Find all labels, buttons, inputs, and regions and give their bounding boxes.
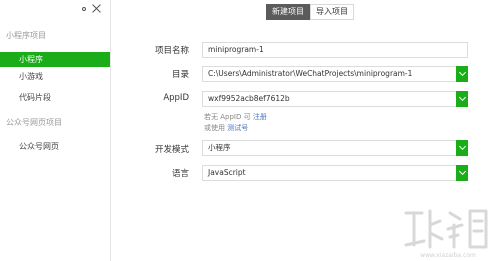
language-value: JavaScript [208,168,246,177]
appid-field[interactable]: wxf9952acb8ef7612b [202,91,468,107]
sidebar-item-code-snippet[interactable]: 代码片段 [0,90,110,105]
directory-browse-button[interactable] [456,66,468,82]
appid-register-hint-text: 若无 AppID 可 [204,113,251,121]
minimize-icon[interactable] [82,6,86,11]
register-link[interactable]: 注册 [253,113,267,121]
test-account-link[interactable]: 测试号 [227,124,248,132]
chevron-down-icon [458,93,466,102]
language-dropdown-button[interactable] [456,165,468,181]
directory-label: 目录 [171,70,189,80]
dev-mode-value: 小程序 [208,143,231,152]
project-name-input[interactable]: miniprogram-1 [202,42,468,58]
window-controls [82,4,101,13]
directory-value: C:\Users\Administrator\WeChatProjects\mi… [208,69,413,78]
app-window: 小程序项目 小程序 小游戏 代码片段 公众号网页项目 公众号网页 新建项目 导入… [0,0,500,261]
sidebar-item-official-account-web[interactable]: 公众号网页 [0,139,110,154]
sidebar-section-title-official-account: 公众号网页项目 [6,118,62,127]
appid-value: wxf9952acb8ef7612b [208,94,290,103]
dev-mode-select[interactable]: 小程序 [202,140,468,156]
directory-field[interactable]: C:\Users\Administrator\WeChatProjects\mi… [202,66,468,82]
sidebar-section-title-miniprogram: 小程序项目 [6,31,46,40]
sidebar-item-minigame[interactable]: 小游戏 [0,69,110,84]
watermark-logo: www.xiazaiba.com [404,209,488,259]
dev-mode-label: 开发模式 [154,145,189,155]
project-name-label: 项目名称 [154,46,189,56]
close-icon[interactable] [92,4,101,13]
language-select[interactable]: JavaScript [202,165,468,181]
sidebar-item-miniprogram[interactable]: 小程序 [0,52,110,67]
chevron-down-icon [458,142,466,151]
appid-label: AppID [163,93,189,103]
appid-register-hint: 若无 AppID 可 注册 [204,112,267,122]
chevron-down-icon [458,68,466,77]
appid-dropdown-button[interactable] [456,91,468,107]
appid-test-hint-text: 或使用 [204,124,225,132]
project-tabs: 新建项目 导入项目 [266,4,354,20]
tab-import-project[interactable]: 导入项目 [310,4,354,20]
appid-test-hint: 或使用 测试号 [204,123,248,133]
tab-new-project[interactable]: 新建项目 [266,4,310,20]
watermark-text: www.xiazaiba.com [420,252,476,259]
sidebar: 小程序项目 小程序 小游戏 代码片段 公众号网页项目 公众号网页 [0,0,111,261]
language-label: 语言 [171,169,189,179]
chevron-down-icon [458,167,466,176]
dev-mode-dropdown-button[interactable] [456,140,468,156]
